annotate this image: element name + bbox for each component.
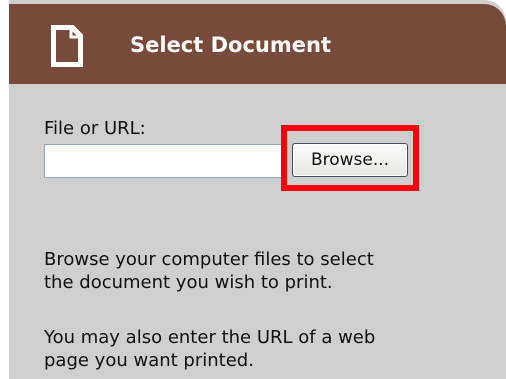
file-or-url-label: File or URL:: [44, 118, 146, 139]
help-text-line: the document you wish to print.: [44, 272, 333, 293]
help-text-line: You may also enter the URL of a web: [44, 327, 376, 348]
file-or-url-input[interactable]: [44, 144, 282, 178]
help-text-line: page you want printed.: [44, 350, 254, 371]
panel-header: Select Document: [9, 4, 506, 84]
select-document-panel: Select Document File or URL: Browse... B…: [9, 0, 506, 379]
document-icon: [51, 25, 83, 67]
panel-title: Select Document: [130, 33, 331, 57]
browse-button[interactable]: Browse...: [292, 143, 408, 177]
help-text-line: Browse your computer files to select: [44, 249, 374, 270]
